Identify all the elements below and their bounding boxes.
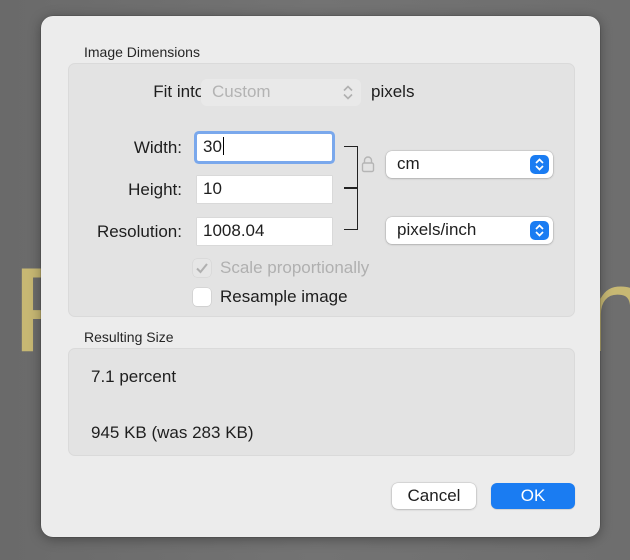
width-label: Width: [133, 138, 182, 157]
resample-image-label: Resample image [220, 287, 348, 306]
scale-proportionally-checkbox[interactable] [193, 259, 211, 277]
resample-image-checkbox[interactable] [193, 288, 211, 306]
fit-into-value: Custom [212, 82, 271, 101]
cancel-button[interactable]: Cancel [392, 483, 476, 509]
resulting-size-box: 7.1 percent 945 KB (was 283 KB) [68, 348, 575, 456]
text-cursor [222, 137, 225, 155]
up-down-chevron-icon [341, 83, 355, 102]
checkmark-icon [196, 263, 208, 274]
image-dimensions-title: Image Dimensions [84, 44, 200, 60]
scale-proportionally-label: Scale proportionally [220, 258, 370, 277]
lock-icon[interactable] [361, 155, 375, 178]
ok-button[interactable]: OK [491, 483, 575, 509]
resulting-percent: 7.1 percent [91, 367, 177, 386]
width-value: 30 [203, 137, 222, 156]
size-unit-value: cm [397, 154, 420, 173]
height-label: Height: [128, 180, 182, 199]
height-value: 10 [203, 179, 222, 198]
resolution-field[interactable]: 1008.04 [197, 218, 332, 245]
fit-into-label: Fit into: [153, 82, 209, 101]
image-size-dialog: Image Dimensions Fit into: Custom pixels… [41, 16, 600, 537]
image-dimensions-box: Fit into: Custom pixels Width: 30 Height… [68, 63, 575, 317]
size-unit-popup[interactable]: cm [386, 151, 553, 178]
height-field[interactable]: 10 [197, 176, 332, 203]
resulting-file-size: 945 KB (was 283 KB) [91, 423, 254, 442]
resolution-unit-value: pixels/inch [397, 220, 477, 239]
up-down-chevron-icon [530, 155, 549, 174]
fit-into-unit: pixels [371, 82, 415, 101]
resolution-label: Resolution: [96, 222, 182, 241]
resolution-unit-popup[interactable]: pixels/inch [386, 217, 553, 244]
resolution-value: 1008.04 [203, 221, 265, 240]
width-field[interactable]: 30 [197, 134, 332, 161]
up-down-chevron-icon [530, 221, 549, 240]
link-bracket-middle [344, 187, 358, 189]
resulting-size-title: Resulting Size [84, 329, 174, 345]
fit-into-popup[interactable]: Custom [201, 79, 361, 106]
